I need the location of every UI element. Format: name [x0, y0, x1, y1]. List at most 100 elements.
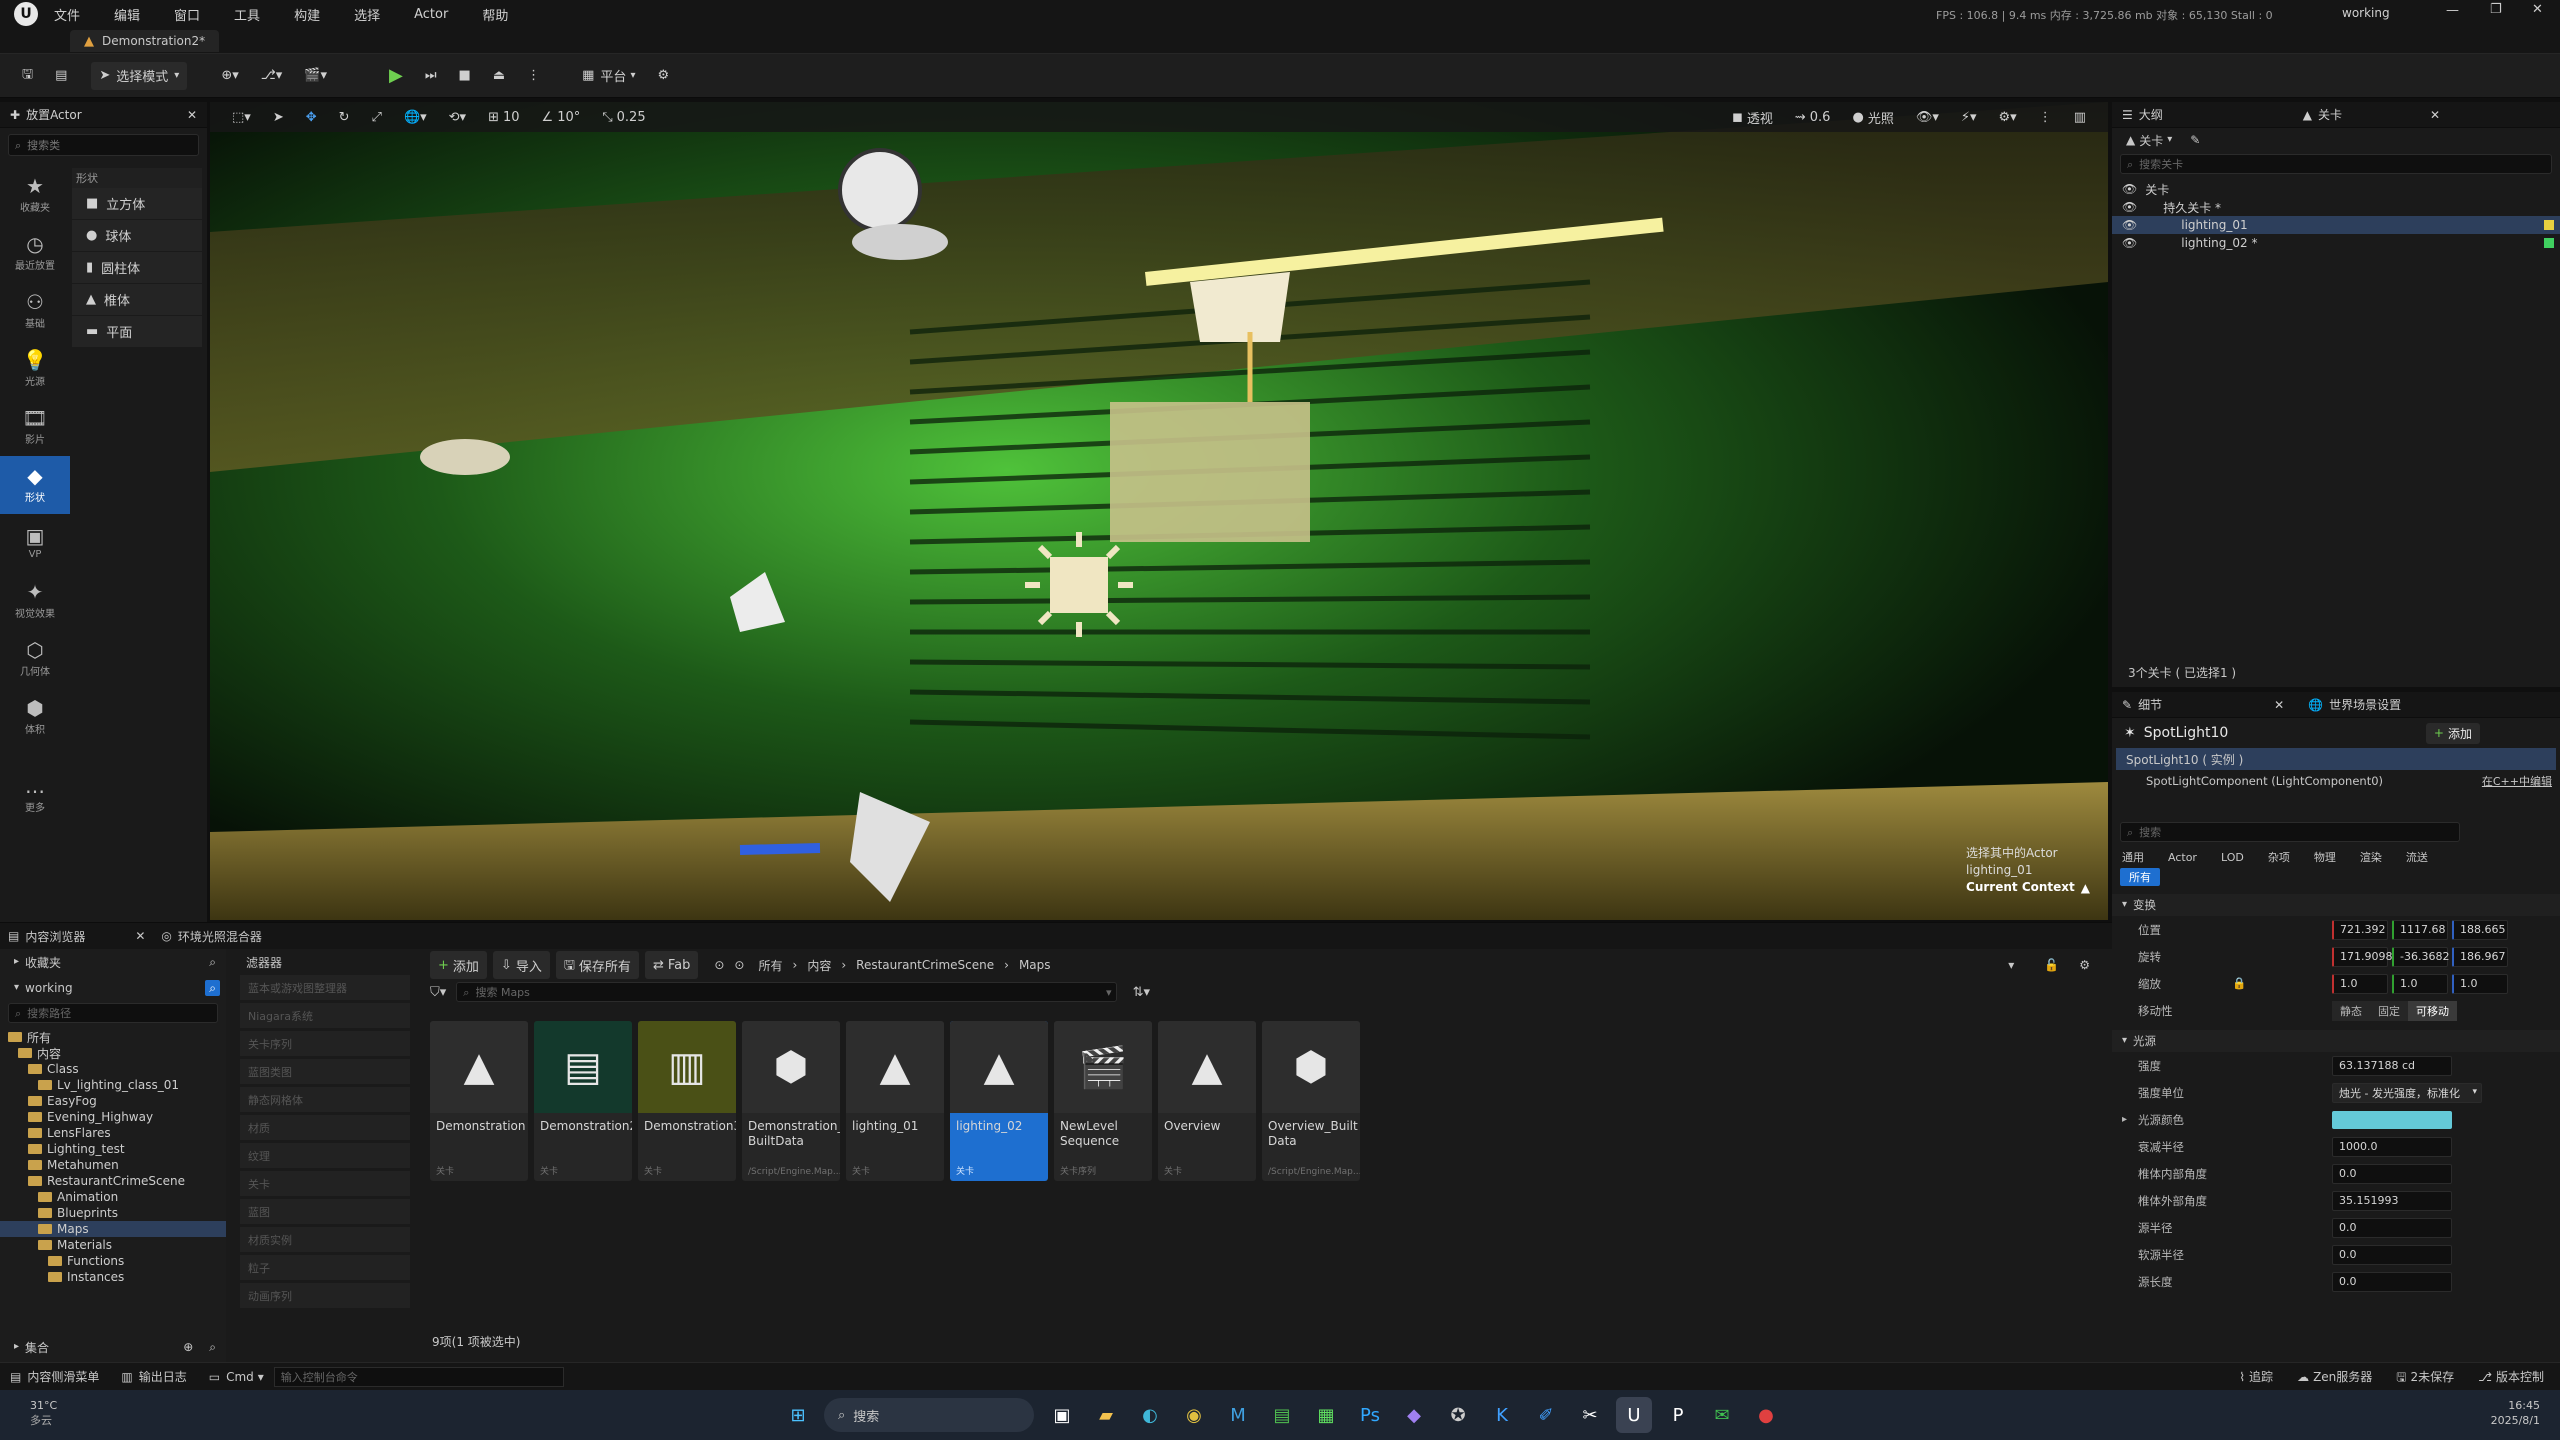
- pycharm-icon[interactable]: ▦: [1308, 1397, 1344, 1433]
- folder-tree-item[interactable]: RestaurantCrimeScene: [0, 1173, 226, 1189]
- asset-tile[interactable]: ⬢ Demonstration_ BuiltData/Script/Engine.…: [742, 1021, 840, 1181]
- pencil-icon[interactable]: ✎: [2190, 134, 2200, 146]
- menu-window[interactable]: 窗口: [174, 5, 200, 24]
- folder-tree-item[interactable]: EasyFog: [0, 1093, 226, 1109]
- folder-tree-item[interactable]: 内容: [0, 1045, 226, 1061]
- folder-tree-item[interactable]: Metahumen: [0, 1157, 226, 1173]
- folder-tree-item[interactable]: Lv_lighting_class_01: [0, 1077, 226, 1093]
- surface-snap-icon[interactable]: ⟲▾: [441, 103, 474, 131]
- source-radius-field[interactable]: 0.0: [2332, 1217, 2452, 1238]
- favorites-header[interactable]: ▸ 收藏夹 ⌕: [0, 949, 226, 975]
- folder-tree-item[interactable]: Class: [0, 1061, 226, 1077]
- history-forward-icon[interactable]: ⊙: [734, 959, 744, 971]
- move-tool-icon[interactable]: ✥: [298, 103, 325, 131]
- show-icon[interactable]: 👁▾: [1908, 103, 1947, 131]
- rotation-snap[interactable]: ∠ 10°: [534, 103, 589, 131]
- performance-icon[interactable]: ⚡▾: [1953, 103, 1985, 131]
- add-component-button[interactable]: + 添加: [2425, 722, 2480, 744]
- app-k-icon[interactable]: K: [1484, 1397, 1520, 1433]
- filter-item[interactable]: 材质: [240, 1115, 410, 1140]
- location-z[interactable]: 188.665: [2452, 919, 2508, 940]
- add-button[interactable]: + 添加: [430, 951, 487, 979]
- folder-tree-item[interactable]: Animation: [0, 1189, 226, 1205]
- filter-tab[interactable]: 杂项: [2268, 849, 2290, 865]
- edit-cpp-link[interactable]: 在C++中编辑: [2482, 773, 2552, 789]
- import-button[interactable]: ⇩ 导入: [492, 951, 550, 979]
- eject-icon[interactable]: ⏏: [485, 62, 513, 90]
- zen-button[interactable]: ☁ Zen服务器: [2297, 1368, 2372, 1385]
- asset-tile[interactable]: ▥ Demonstration3 关卡: [638, 1021, 736, 1181]
- close-icon[interactable]: ✕: [2430, 109, 2440, 121]
- collections-header[interactable]: ▸ 集合 ⊕ ⌕: [0, 1335, 226, 1359]
- location-label[interactable]: 位置: [2138, 922, 2198, 938]
- actor-name[interactable]: SpotLight10: [2144, 725, 2229, 741]
- app-m-icon[interactable]: M: [1220, 1397, 1256, 1433]
- layout-icon[interactable]: ▥: [2066, 103, 2094, 131]
- place-search[interactable]: ⌕ 搜索类: [8, 134, 199, 156]
- breadcrumb-maps[interactable]: Maps: [1019, 958, 1051, 972]
- category-vp[interactable]: ▣ VP: [0, 514, 70, 572]
- search-icon[interactable]: ⌕: [209, 956, 216, 968]
- source-length-field[interactable]: 0.0: [2332, 1271, 2452, 1292]
- photoshop-icon[interactable]: Ps: [1352, 1397, 1388, 1433]
- app-cat-icon[interactable]: ✪: [1440, 1397, 1476, 1433]
- asset-search[interactable]: ⌕ 搜索 Maps ▾: [456, 982, 1117, 1002]
- level-tab[interactable]: ▲ Demonstration2*: [70, 30, 220, 52]
- sort-icon[interactable]: ⇅▾: [1133, 986, 1150, 999]
- mobility-stationary[interactable]: 固定: [2370, 1000, 2408, 1021]
- save-icon[interactable]: 🖫: [14, 62, 41, 90]
- category-vfx[interactable]: ✦ 视觉效果: [0, 572, 70, 630]
- soft-radius-field[interactable]: 0.0: [2332, 1244, 2452, 1265]
- filter-item[interactable]: 静态网格体: [240, 1087, 410, 1112]
- lock-icon[interactable]: 🔒: [2232, 977, 2246, 990]
- perspective-button[interactable]: ◼ 透视: [1724, 103, 1781, 131]
- shape-sphere[interactable]: ● 球体: [72, 220, 202, 252]
- unsaved-button[interactable]: 🖫 2未保存: [2396, 1368, 2454, 1385]
- outliner-row[interactable]: 👁 持久关卡 *: [2112, 198, 2560, 216]
- category-basic[interactable]: ⚇ 基础: [0, 282, 70, 340]
- maximize-icon[interactable]: ❐: [2490, 3, 2502, 16]
- asset-tile[interactable]: ▲ lighting_01 关卡: [846, 1021, 944, 1181]
- close-icon[interactable]: ✕: [135, 930, 145, 942]
- grid-snap[interactable]: ⊞ 10: [480, 103, 527, 131]
- filter-item[interactable]: 纹理: [240, 1143, 410, 1168]
- folder-tree-item[interactable]: 所有: [0, 1029, 226, 1045]
- filter-tab[interactable]: 渲染: [2360, 849, 2382, 865]
- play-icon[interactable]: ▶: [381, 62, 411, 90]
- history-back-icon[interactable]: ⊙: [714, 959, 724, 971]
- attenuation-field[interactable]: 1000.0: [2332, 1136, 2452, 1157]
- minimize-icon[interactable]: —: [2446, 4, 2459, 17]
- asset-tile[interactable]: ⬢ Overview_Built Data/Script/Engine.Map..…: [1262, 1021, 1360, 1181]
- category-shapes[interactable]: ◆ 形状: [0, 456, 70, 514]
- asset-tile[interactable]: ▲ Demonstration 关卡: [430, 1021, 528, 1181]
- select-mode-button[interactable]: ➤ 选择模式 ▾: [91, 61, 188, 90]
- shape-plane[interactable]: ▬ 平面: [72, 316, 202, 348]
- menu-help[interactable]: 帮助: [482, 5, 508, 24]
- filter-item[interactable]: 材质实例: [240, 1227, 410, 1252]
- stop-icon[interactable]: ■: [451, 62, 479, 90]
- lit-button[interactable]: ● 光照: [1844, 103, 1901, 131]
- outliner-row-selected[interactable]: 👁 lighting_01: [2112, 216, 2560, 234]
- light-section-header[interactable]: ▾ 光源: [2112, 1030, 2560, 1052]
- outliner-row[interactable]: 👁 关卡: [2112, 180, 2560, 198]
- filter-item[interactable]: 蓝图: [240, 1199, 410, 1224]
- menu-select[interactable]: 选择: [354, 5, 380, 24]
- shape-cylinder[interactable]: ▮ 圆柱体: [72, 252, 202, 284]
- folder-tree-item[interactable]: Functions: [0, 1253, 226, 1269]
- category-geometry[interactable]: ⬡ 几何体: [0, 630, 70, 688]
- folder-tree-item[interactable]: Maps: [0, 1221, 226, 1237]
- settings-icon[interactable]: ⚙: [2079, 959, 2090, 971]
- filter-item[interactable]: 粒子: [240, 1255, 410, 1280]
- mobility-movable[interactable]: 可移动: [2408, 1000, 2457, 1021]
- capcut-icon[interactable]: ✂: [1572, 1397, 1608, 1433]
- blueprint-icon[interactable]: ⎇▾: [253, 62, 291, 90]
- scale-snap[interactable]: ⤡ 0.25: [594, 103, 653, 131]
- category-more[interactable]: … 更多: [0, 766, 70, 824]
- filter-all-tab[interactable]: 所有: [2120, 868, 2160, 886]
- cmd-button[interactable]: ▭ Cmd ▾: [209, 1370, 264, 1384]
- console-input[interactable]: 输入控制台命令: [273, 1366, 564, 1387]
- edge-icon[interactable]: ◐: [1132, 1397, 1168, 1433]
- category-recent[interactable]: ◷ 最近放置: [0, 224, 70, 282]
- transform-menu-icon[interactable]: ⬚▾: [224, 103, 259, 131]
- close-icon[interactable]: ✕: [187, 109, 197, 121]
